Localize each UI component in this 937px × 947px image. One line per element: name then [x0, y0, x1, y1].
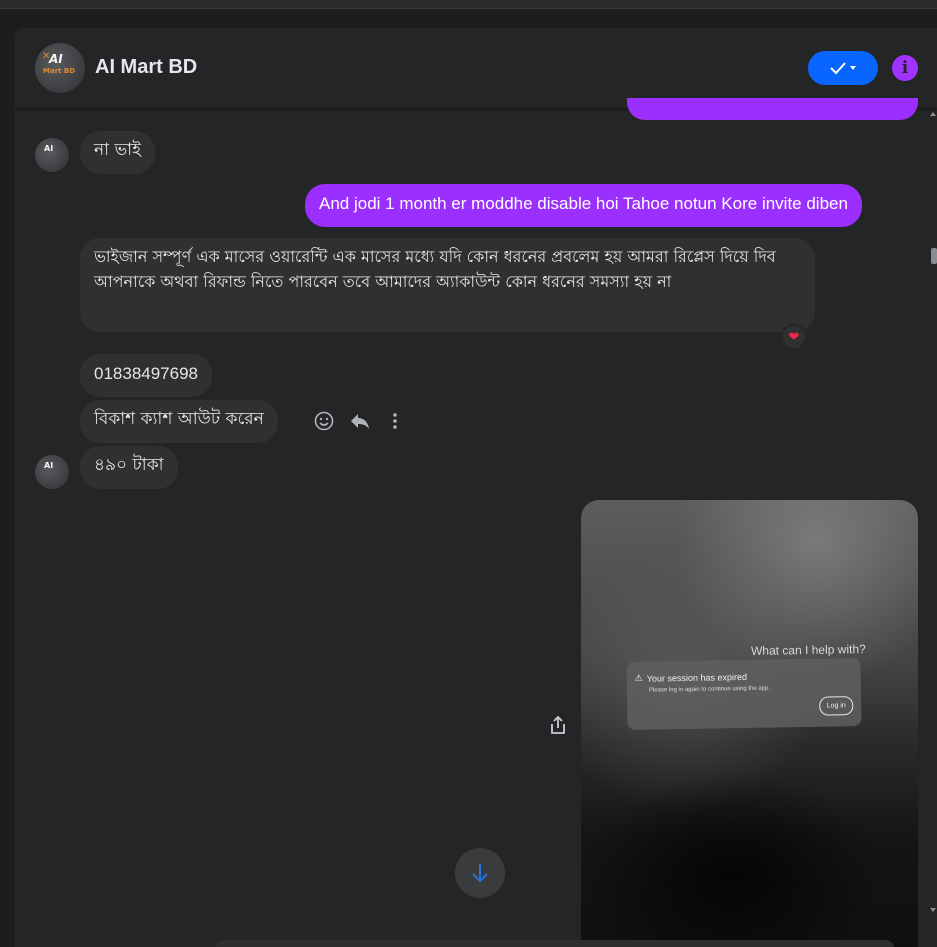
share-icon[interactable] — [545, 712, 571, 738]
react-emoji-icon[interactable] — [311, 408, 337, 434]
avatar-logo-subtext: Mart BD — [43, 67, 76, 75]
message-bubble-outgoing-partial[interactable] — [627, 98, 918, 120]
photo-text-question: What can I help with? — [750, 641, 866, 659]
scrollbar-thumb[interactable] — [931, 248, 937, 264]
scroll-up-arrow[interactable] — [930, 112, 936, 116]
avatar-logo-mark: ✕ — [42, 51, 51, 62]
avatar-logo-text: AI — [49, 52, 63, 66]
message-bubble-incoming[interactable]: না ভাই — [80, 131, 155, 174]
photo-attachment[interactable]: What can I help with? ⚠ Your session has… — [581, 500, 918, 947]
photo-session-subtitle: Please log in again to continue using th… — [648, 685, 771, 694]
message-bubble-incoming[interactable]: বিকাশ ক্যাশ আউট করেন — [80, 400, 278, 443]
chevron-down-icon — [850, 66, 856, 70]
contact-avatar[interactable]: AI Mart BD ✕ — [35, 43, 85, 93]
arrow-down-icon — [472, 864, 488, 883]
reply-icon[interactable] — [347, 408, 373, 434]
message-bubble-incoming[interactable]: 01838497698 — [80, 354, 213, 397]
more-options-icon[interactable] — [382, 408, 408, 434]
scroll-to-bottom-button[interactable] — [455, 848, 505, 898]
chat-header: AI Mart BD ✕ AI Mart BD i — [15, 28, 937, 109]
avatar-logo-text: AI — [44, 144, 54, 153]
contact-avatar-small[interactable]: AI — [35, 455, 69, 489]
message-composer[interactable] — [215, 940, 895, 947]
heart-reaction-icon[interactable]: ❤ — [781, 324, 807, 350]
browser-top-edge — [0, 0, 937, 9]
message-bubble-outgoing[interactable]: And jodi 1 month er moddhe disable hoi T… — [305, 184, 862, 227]
message-bubble-incoming[interactable]: ভাইজান সম্পূর্ণ এক মাসের ওয়ারেন্টি এক ম… — [80, 238, 815, 332]
check-icon — [830, 62, 846, 75]
info-button[interactable]: i — [892, 55, 918, 81]
photo-shadow — [581, 710, 918, 947]
chat-scrollbar[interactable] — [930, 108, 937, 947]
photo-login-button: Log in — [819, 696, 854, 716]
check-dropdown-button[interactable] — [808, 51, 878, 85]
contact-avatar-small[interactable]: AI — [35, 138, 69, 172]
info-icon: i — [901, 58, 909, 78]
photo-session-card: ⚠ Your session has expired Please log in… — [626, 657, 862, 731]
scroll-down-arrow[interactable] — [930, 908, 936, 912]
avatar-logo-text: AI — [44, 461, 54, 470]
chat-title[interactable]: AI Mart BD — [95, 56, 197, 79]
photo-session-title: Your session has expired — [646, 671, 748, 684]
warning-icon: ⚠ — [634, 673, 643, 684]
chat-panel: AI Mart BD ✕ AI Mart BD i AI না ভাই And … — [15, 28, 937, 947]
message-bubble-incoming[interactable]: ৪৯০ টাকা — [80, 446, 178, 489]
